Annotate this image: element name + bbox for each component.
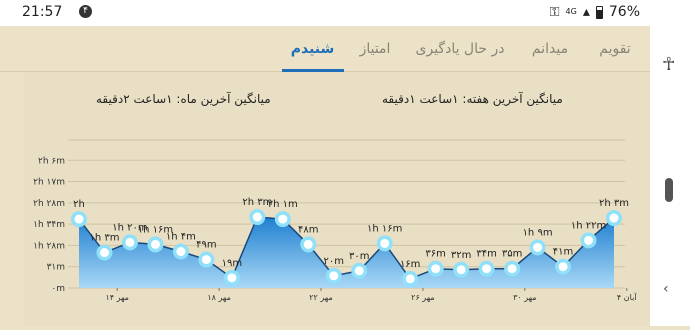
data-point-center bbox=[125, 237, 135, 247]
tab-calendar[interactable]: تقویم bbox=[580, 26, 650, 72]
tab-known[interactable]: میدانم bbox=[515, 26, 585, 72]
vpn-key-icon: ⚿ bbox=[549, 4, 560, 20]
data-point-center bbox=[584, 235, 594, 245]
month-average-text: میانگین آخرین ماه: ۱ساعت ۲دقیقه bbox=[96, 92, 271, 106]
battery-level: 76% bbox=[608, 4, 640, 20]
data-label: ۴۹m bbox=[196, 240, 216, 251]
accessibility-icon[interactable]: ☥ bbox=[662, 54, 675, 75]
y-tick-label: ۲h ۶m bbox=[38, 156, 65, 166]
data-point-center bbox=[558, 262, 568, 272]
y-tick-label: ۱h ۲۸m bbox=[33, 241, 65, 251]
x-tick-label: ۲۲ مهر bbox=[309, 293, 333, 302]
y-tick-label: ۱h ۳۴m bbox=[33, 220, 65, 230]
data-point-center bbox=[74, 214, 84, 224]
data-point-center bbox=[609, 213, 619, 223]
network-type: 4G bbox=[565, 7, 577, 16]
data-point-center bbox=[252, 212, 262, 222]
chevron-left-icon[interactable]: ‹ bbox=[663, 281, 669, 297]
status-bar: 21:57 ۴ ⚿ 4G ▴ 76% bbox=[0, 0, 690, 26]
x-tick-label: ۱۴ مهر bbox=[105, 293, 129, 302]
status-time: 21:57 bbox=[22, 4, 63, 20]
data-label: ۲h ۳m bbox=[599, 198, 629, 209]
signal-icon: ▴ bbox=[582, 4, 590, 20]
data-point-center bbox=[227, 273, 237, 283]
data-label: ۳۶m bbox=[425, 249, 445, 260]
data-point-center bbox=[278, 214, 288, 224]
week-average-text: میانگین آخرین هفته: ۱ساعت ۱دقیقه bbox=[382, 92, 563, 106]
data-label: ۱h ۳m bbox=[89, 233, 119, 244]
data-point-center bbox=[533, 242, 543, 252]
scroll-handle[interactable] bbox=[665, 178, 673, 202]
y-tick-label: ۰m bbox=[51, 284, 65, 294]
data-label: ۱۶m bbox=[400, 259, 420, 270]
data-point-center bbox=[405, 274, 415, 284]
data-label: ۴۱m bbox=[553, 247, 573, 258]
data-point-center bbox=[329, 271, 339, 281]
data-point-center bbox=[303, 239, 313, 249]
data-point-center bbox=[482, 264, 492, 274]
tab-heard[interactable]: شنیدم bbox=[280, 26, 345, 72]
listening-stats-panel: میانگین آخرین هفته: ۱ساعت ۱دقیقه میانگین… bbox=[24, 72, 650, 326]
x-tick-label: ۲۶ مهر bbox=[411, 293, 435, 302]
data-point-center bbox=[176, 247, 186, 257]
data-point-center bbox=[456, 265, 466, 275]
tab-score[interactable]: امتیاز bbox=[345, 26, 405, 72]
data-point-center bbox=[150, 239, 160, 249]
tab-bar: تقویم میدانم در حال یادگیری امتیاز شنیدم bbox=[0, 26, 650, 72]
notification-badge-icon: ۴ bbox=[79, 5, 92, 18]
data-label: ۳۰m bbox=[349, 251, 369, 262]
data-label: ۱h ۲۲m bbox=[571, 220, 606, 231]
data-label: ۱h ۴m bbox=[166, 232, 196, 243]
data-point-center bbox=[201, 255, 211, 265]
data-label: ۴۸m bbox=[298, 224, 318, 235]
battery-icon bbox=[595, 5, 603, 19]
data-label: ۱۹m bbox=[222, 258, 242, 269]
data-label: ۳۵m bbox=[502, 249, 522, 260]
data-label: ۳۲m bbox=[451, 250, 471, 261]
data-point-center bbox=[99, 248, 109, 258]
data-label: ۱h ۱۶m bbox=[367, 223, 402, 234]
x-tick-label: ۱۸ مهر bbox=[207, 293, 231, 302]
y-tick-label: ۲h ۱۷m bbox=[33, 178, 65, 188]
data-label: ۱h ۹m bbox=[523, 227, 553, 238]
status-icons: ⚿ 4G ▴ 76% bbox=[550, 4, 640, 20]
tab-learning[interactable]: در حال یادگیری bbox=[405, 26, 515, 72]
y-tick-label: ۲h ۲۸m bbox=[33, 199, 65, 209]
data-point-center bbox=[507, 264, 517, 274]
data-label: ۲h ۱m bbox=[268, 199, 298, 210]
side-rail: ☥ ‹ bbox=[650, 26, 690, 326]
data-point-center bbox=[380, 238, 390, 248]
x-tick-label: ۳۰ مهر bbox=[513, 293, 537, 302]
listening-time-chart: ۰m ۳۱m ۱h ۲۸m ۱h ۳۴m ۲h ۲۸m ۲h ۱۷m ۲h ۶m ۲h ۱h … bbox=[33, 139, 637, 302]
y-tick-label: ۳۱m bbox=[47, 263, 65, 273]
x-tick-label: ۴ آبان bbox=[617, 292, 637, 302]
data-label: ۲۰m bbox=[324, 256, 344, 267]
data-point-center bbox=[431, 264, 441, 274]
data-label: ۳۴m bbox=[476, 249, 496, 260]
data-label: ۲h bbox=[73, 199, 85, 210]
data-point-center bbox=[354, 266, 364, 276]
